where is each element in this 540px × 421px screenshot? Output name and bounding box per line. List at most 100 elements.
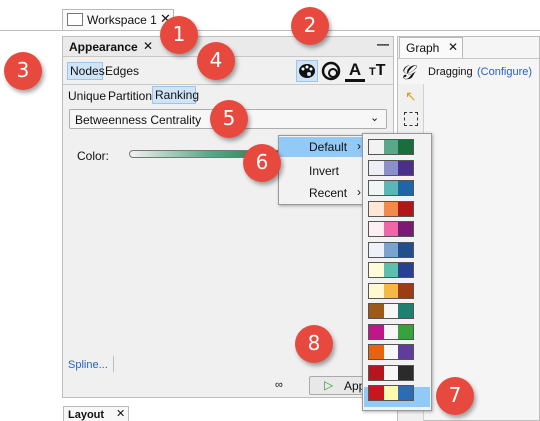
palette-option[interactable] xyxy=(368,139,414,155)
palette-swatch xyxy=(398,304,414,318)
palette-swatch xyxy=(369,283,384,298)
menu-item-recent-label: Recent xyxy=(309,186,348,200)
ranking-tab[interactable]: Ranking xyxy=(152,86,200,104)
palette-option[interactable] xyxy=(368,221,414,237)
palette-swatch xyxy=(398,242,414,257)
rect-select-icon[interactable] xyxy=(404,112,418,126)
palette-swatch xyxy=(398,263,414,277)
palette-option[interactable] xyxy=(368,159,414,176)
palette-swatch xyxy=(383,283,399,298)
layout-tab[interactable]: Layout ✕ xyxy=(63,406,129,421)
palette-swatch xyxy=(398,181,414,195)
nodes-tab-label: Nodes xyxy=(70,64,105,78)
close-icon[interactable]: ✕ xyxy=(448,40,458,54)
palette-option[interactable] xyxy=(368,282,414,299)
partition-tab[interactable]: Partition xyxy=(108,89,152,103)
palette-option[interactable] xyxy=(368,364,414,381)
play-icon: ▷ xyxy=(324,378,334,392)
callout-4: 4 xyxy=(197,42,235,80)
palette-swatch xyxy=(369,201,384,216)
menu-item-default[interactable]: Default › xyxy=(279,137,367,157)
label-color-icon[interactable]: A xyxy=(345,60,365,82)
top-separator xyxy=(0,30,540,31)
spline-link[interactable]: Spline... xyxy=(68,359,108,371)
workspace-tab-label: Workspace 1 xyxy=(87,13,157,27)
palette-option[interactable] xyxy=(368,303,414,319)
graph-tab-label: Graph xyxy=(406,41,440,55)
palette-swatch xyxy=(369,304,384,318)
close-icon[interactable]: ✕ xyxy=(143,39,153,53)
palette-option[interactable] xyxy=(368,241,414,258)
workspace-icon xyxy=(67,13,83,26)
palette-option[interactable] xyxy=(368,262,414,278)
palette-option[interactable] xyxy=(368,385,414,401)
menu-item-invert[interactable]: Invert xyxy=(279,161,367,181)
divider xyxy=(63,84,393,85)
palette-swatch xyxy=(383,242,399,257)
callout-2: 2 xyxy=(291,7,329,45)
palette-swatch xyxy=(398,140,414,154)
palette-swatch xyxy=(383,140,399,154)
palette-swatch xyxy=(369,222,384,236)
palette-swatch xyxy=(398,201,414,216)
cursor-icon[interactable]: ↖ xyxy=(405,88,417,105)
palette-swatch xyxy=(398,160,414,175)
palette-swatch xyxy=(369,181,384,195)
callout-8: 8 xyxy=(295,325,333,363)
callout-7: 7 xyxy=(436,377,474,415)
palette-swatch xyxy=(398,222,414,236)
palette-option[interactable] xyxy=(368,344,414,360)
palette-option[interactable] xyxy=(368,180,414,196)
edges-tab[interactable]: Edges xyxy=(104,62,140,80)
palette-swatch xyxy=(369,345,384,359)
palette-swatch xyxy=(369,324,384,339)
graph-logo-icon: 𝒢 xyxy=(400,60,415,84)
palette-swatch xyxy=(383,345,399,359)
palette-swatch xyxy=(383,263,399,277)
close-icon[interactable]: ✕ xyxy=(116,407,125,420)
palette-icon[interactable] xyxy=(296,60,318,82)
palette-swatch xyxy=(383,324,399,339)
appearance-title: Appearance xyxy=(69,40,138,54)
callout-5: 5 xyxy=(210,100,248,138)
palette-swatch xyxy=(383,365,399,380)
palette-swatch xyxy=(383,201,399,216)
palette-option[interactable] xyxy=(368,200,414,217)
palette-swatch xyxy=(398,283,414,298)
ranking-attribute-value: Betweenness Centrality xyxy=(75,113,202,127)
palette-swatch xyxy=(369,140,384,154)
callout-6: 6 xyxy=(243,144,281,182)
layout-tab-label: Layout xyxy=(68,409,105,421)
palette-swatch xyxy=(369,365,384,380)
callout-1: 1 xyxy=(160,16,198,54)
size-icon[interactable] xyxy=(321,61,343,83)
divider xyxy=(113,356,114,372)
palette-swatch xyxy=(398,386,414,400)
palette-swatch xyxy=(369,263,384,277)
palette-swatch xyxy=(398,365,414,380)
label-size-icon[interactable]: TT xyxy=(369,62,391,82)
callout-3: 3 xyxy=(4,52,42,90)
palette-swatch xyxy=(383,160,399,175)
chevron-right-icon: › xyxy=(357,185,361,199)
menu-item-recent[interactable]: Recent › xyxy=(279,183,367,203)
chevron-down-icon: ⌄ xyxy=(370,112,380,124)
workspace-tab[interactable]: Workspace 1 ✕ xyxy=(62,9,174,31)
edges-tab-label: Edges xyxy=(105,64,140,78)
palette-swatch xyxy=(369,160,384,175)
palette-swatch xyxy=(383,304,399,318)
unique-tab[interactable]: Unique xyxy=(68,89,106,103)
palette-swatch xyxy=(369,386,384,400)
nodes-tab[interactable]: Nodes xyxy=(67,62,105,80)
link-icon[interactable]: ∞ xyxy=(275,379,283,391)
palette-swatch xyxy=(383,181,399,195)
palette-swatch xyxy=(398,345,414,359)
graph-tab[interactable]: Graph ✕ xyxy=(399,37,463,58)
minimize-icon[interactable]: — xyxy=(377,37,389,51)
palette-option[interactable] xyxy=(368,323,414,340)
graph-status-label: Dragging xyxy=(428,66,473,78)
ranking-tab-label: Ranking xyxy=(155,88,200,102)
chevron-right-icon: › xyxy=(357,139,361,153)
palette-swatch xyxy=(383,222,399,236)
configure-link[interactable]: (Configure) xyxy=(477,66,532,78)
